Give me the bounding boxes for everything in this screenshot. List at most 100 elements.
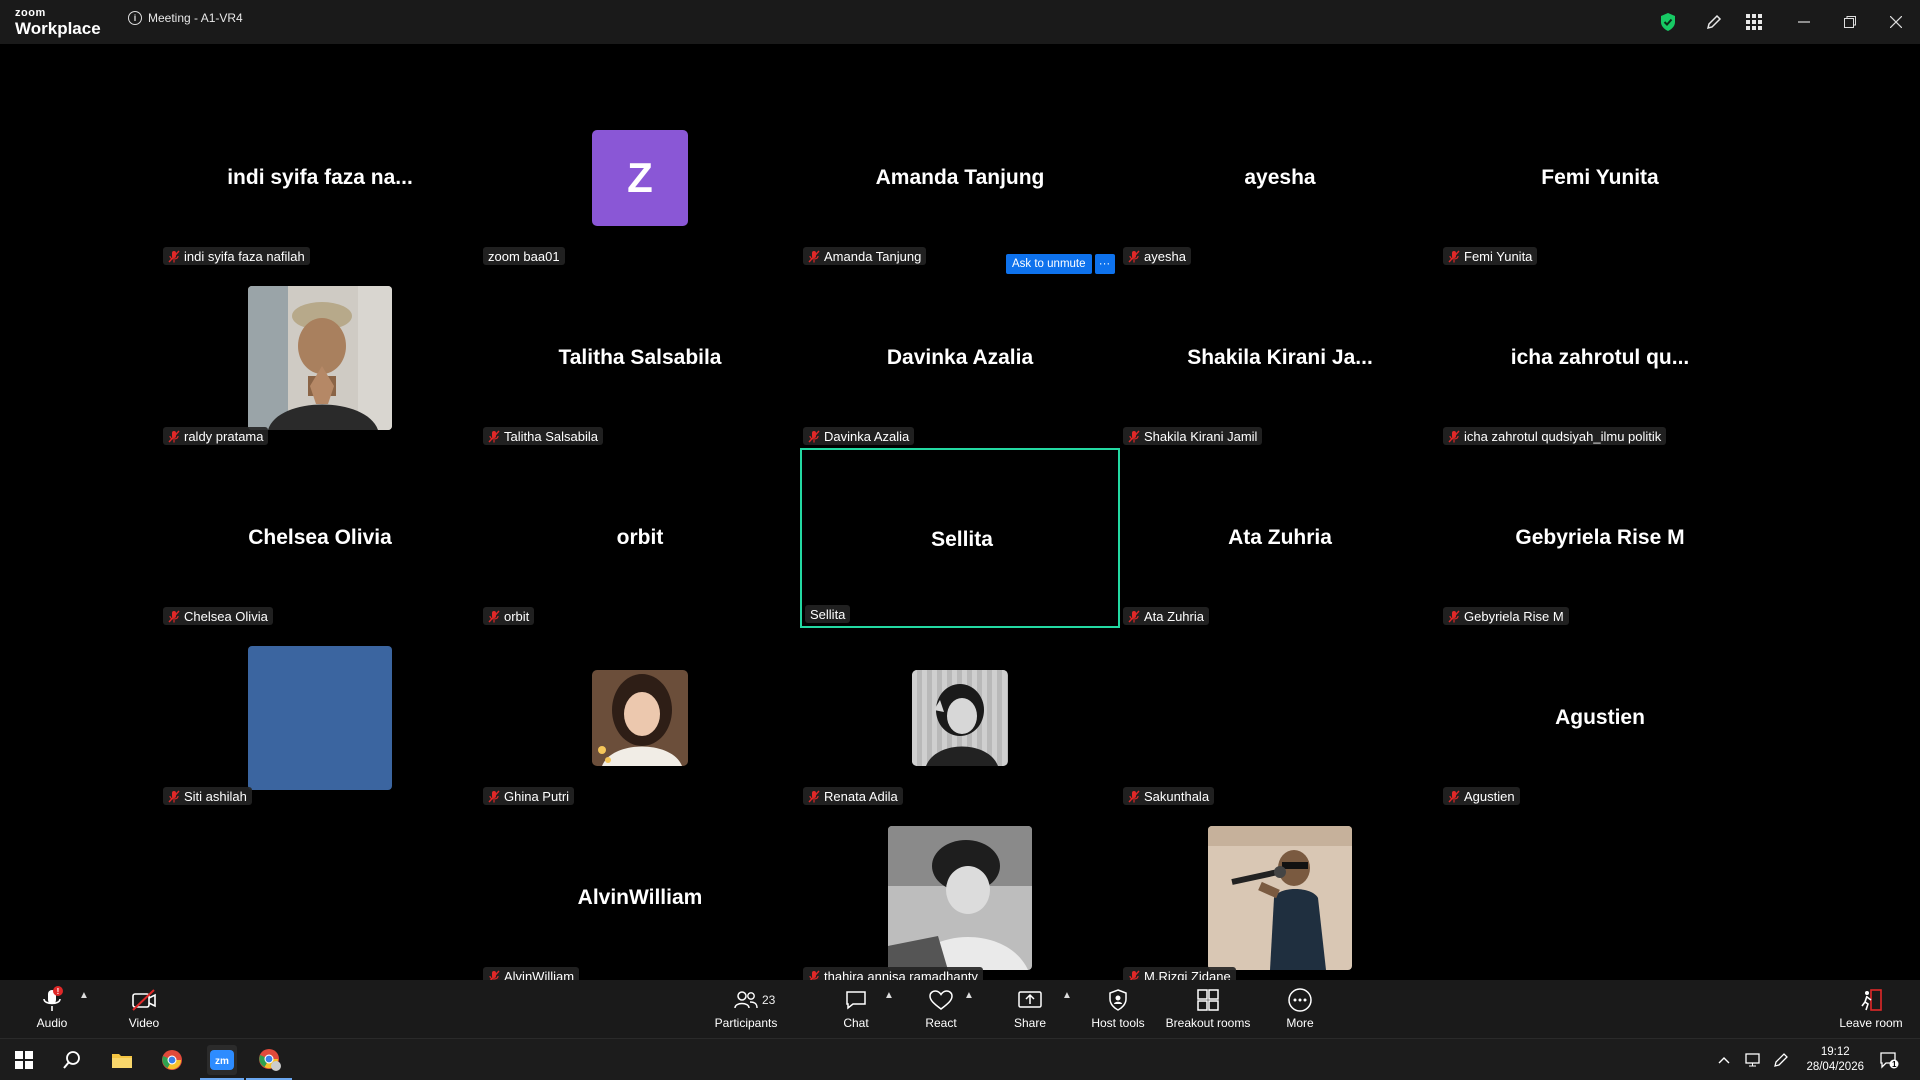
participant-tile[interactable]: Gebyriela Rise M Gebyriela Rise M	[1440, 448, 1760, 628]
file-explorer-icon[interactable]	[109, 1047, 135, 1073]
participant-display-name: Chelsea Olivia	[248, 526, 392, 549]
chat-button[interactable]: Chat	[836, 986, 876, 1034]
muted-microphone-icon	[488, 430, 500, 443]
audio-label: Audio	[36, 1016, 68, 1030]
share-options-caret-icon[interactable]: ▲	[1062, 990, 1072, 1001]
meeting-info-button[interactable]: i Meeting - A1-VR4	[128, 11, 243, 25]
more-button[interactable]: More	[1280, 986, 1320, 1034]
muted-microphone-icon	[808, 790, 820, 803]
notification-center-icon[interactable]: 1	[1876, 1047, 1902, 1073]
participant-name: ayesha	[1144, 248, 1186, 264]
close-icon[interactable]	[1882, 8, 1910, 36]
system-clock[interactable]: 19:12 28/04/2026	[1806, 1045, 1864, 1075]
breakout-rooms-button[interactable]: Breakout rooms	[1164, 986, 1252, 1034]
apps-grid-icon[interactable]	[1740, 8, 1768, 36]
participant-name: orbit	[504, 608, 530, 624]
participant-tile[interactable]: Ata Zuhria Ata Zuhria	[1120, 448, 1440, 628]
windows-start-icon[interactable]	[11, 1047, 37, 1073]
participant-tile[interactable]: AlvinWilliam AlvinWilliam	[480, 808, 800, 988]
chat-bubble-icon	[844, 986, 868, 1014]
participant-tile[interactable]: indi syifa faza na... indi syifa faza naf…	[160, 88, 480, 268]
host-tools-label: Host tools	[1091, 1016, 1145, 1030]
audio-button[interactable]: ! Audio	[34, 986, 70, 1034]
ask-to-unmute-group: Ask to unmute ···	[1006, 254, 1115, 274]
participant-tile[interactable]: orbit orbit	[480, 448, 800, 628]
network-icon[interactable]	[1740, 1047, 1766, 1073]
chrome-icon[interactable]	[159, 1047, 185, 1073]
meeting-title: Meeting - A1-VR4	[148, 11, 243, 25]
tray-chevron-up-icon[interactable]	[1716, 1047, 1732, 1073]
annotate-pencil-icon[interactable]	[1700, 8, 1728, 36]
participant-tile[interactable]: Agustien Agustien	[1440, 628, 1760, 808]
participants-icon	[733, 986, 759, 1014]
participant-display-name: Gebyriela Rise M	[1515, 526, 1685, 549]
participant-name: Renata Adila	[824, 788, 898, 804]
share-button[interactable]: Share	[1010, 986, 1050, 1034]
participant-tile[interactable]: Amanda Tanjung Amanda Tanjung	[800, 88, 1120, 268]
participant-tile[interactable]: icha zahrotul qu... icha zahrotul qudsiya…	[1440, 268, 1760, 448]
svg-text:!: !	[57, 987, 60, 996]
participant-tile[interactable]: Sakunthala	[1120, 628, 1440, 808]
participant-display-name: ayesha	[1244, 166, 1316, 189]
participant-nameplate: Siti ashilah	[163, 787, 252, 805]
gallery-view: indi syifa faza na... indi syifa faza naf…	[160, 88, 1760, 988]
participant-name: Femi Yunita	[1464, 248, 1533, 264]
muted-microphone-icon	[168, 250, 180, 263]
chat-options-caret-icon[interactable]: ▲	[884, 990, 894, 1001]
participant-tile[interactable]: Zzoom baa01	[480, 88, 800, 268]
chrome-profile-icon[interactable]	[257, 1047, 283, 1073]
muted-microphone-icon	[168, 790, 180, 803]
search-icon[interactable]	[59, 1047, 85, 1073]
participant-name: Sakunthala	[1144, 788, 1210, 804]
react-options-caret-icon[interactable]: ▲	[964, 990, 974, 1001]
pen-input-icon[interactable]	[1768, 1047, 1794, 1073]
restore-icon[interactable]	[1836, 8, 1864, 36]
zoom-workplace-logo: zoom Workplace	[15, 7, 101, 38]
participant-name: Amanda Tanjung	[824, 248, 922, 264]
leave-room-label: Leave room	[1839, 1016, 1903, 1030]
logo-zoom-text: zoom	[15, 7, 46, 19]
participant-tile[interactable]: Shakila Kirani Ja... Shakila Kirani Jamil	[1120, 268, 1440, 448]
participant-tile[interactable]: Femi Yunita Femi Yunita	[1440, 88, 1760, 268]
zoom-taskbar-icon[interactable]: zm	[207, 1045, 237, 1075]
participant-name: Agustien	[1464, 788, 1515, 804]
participant-tile[interactable]: Renata Adila	[800, 628, 1120, 808]
video-button[interactable]: Video	[126, 986, 162, 1034]
microphone-icon: !	[40, 986, 64, 1014]
participant-tile[interactable]: ayesha ayesha	[1120, 88, 1440, 268]
participant-tile[interactable]: Siti ashilah	[160, 628, 480, 808]
participant-display-name: Femi Yunita	[1541, 166, 1659, 189]
participant-name: zoom baa01	[488, 248, 560, 264]
participant-nameplate: Ata Zuhria	[1123, 607, 1209, 625]
participant-tile[interactable]: raldy pratama	[160, 268, 480, 448]
breakout-rooms-icon	[1196, 986, 1220, 1014]
host-tools-button[interactable]: Host tools	[1088, 986, 1148, 1034]
participant-display-name: Shakila Kirani Ja...	[1187, 346, 1373, 369]
info-icon: i	[128, 11, 142, 25]
leave-room-icon	[1858, 986, 1884, 1014]
clock-time: 19:12	[1820, 1046, 1850, 1058]
participant-name: Ghina Putri	[504, 788, 570, 804]
audio-options-caret-icon[interactable]: ▲	[79, 990, 89, 1001]
encryption-shield-icon[interactable]	[1654, 8, 1682, 36]
minimize-icon[interactable]	[1790, 8, 1818, 36]
ask-to-unmute-button[interactable]: Ask to unmute	[1006, 254, 1092, 274]
avatar-photo	[1232, 670, 1328, 766]
participant-tile[interactable]: Chelsea Olivia Chelsea Olivia	[160, 448, 480, 628]
participant-nameplate: Gebyriela Rise M	[1443, 607, 1569, 625]
participant-tile[interactable]: Sellita Sellita	[800, 448, 1120, 628]
participant-tile[interactable]: Ghina Putri	[480, 628, 800, 808]
participant-nameplate: raldy pratama	[163, 427, 269, 445]
react-button[interactable]: React	[921, 986, 961, 1034]
participant-tile[interactable]: Davinka Azalia Davinka Azalia	[800, 268, 1120, 448]
participant-tile[interactable]: M.Rizqi Zidane	[1120, 808, 1440, 988]
muted-microphone-icon	[168, 430, 180, 443]
participant-display-name: AlvinWilliam	[577, 886, 703, 909]
leave-room-button[interactable]: Leave room	[1838, 986, 1904, 1034]
muted-microphone-icon	[1128, 430, 1140, 443]
participant-tile[interactable]: Talitha Salsabila Talitha Salsabila	[480, 268, 800, 448]
participant-display-name: indi syifa faza na...	[227, 166, 413, 189]
breakout-rooms-label: Breakout rooms	[1165, 1016, 1251, 1030]
tile-more-options-button[interactable]: ···	[1094, 254, 1115, 274]
participant-tile[interactable]: thahira annisa ramadhanty	[800, 808, 1120, 988]
